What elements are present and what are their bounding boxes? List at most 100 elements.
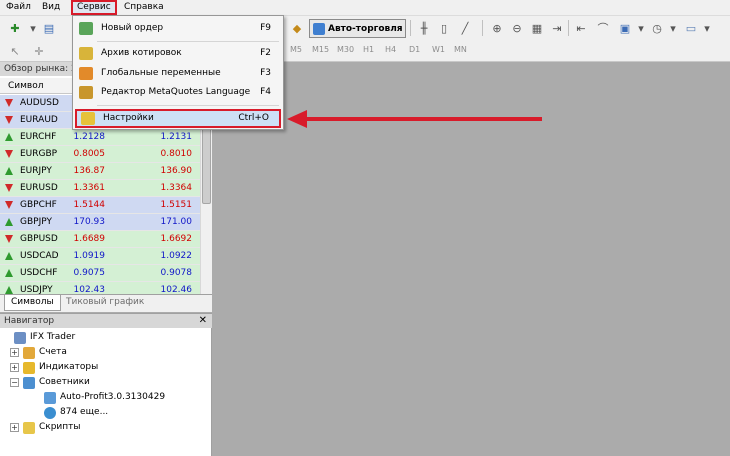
- menu-item-history-center[interactable]: Архив котировок F2: [75, 44, 281, 63]
- table-row[interactable]: EURGBP 0.8005 0.8010: [0, 146, 200, 163]
- menu-item-label: Новый ордер: [101, 23, 164, 33]
- menu-item-global-variables[interactable]: Глобальные переменные F3: [75, 64, 281, 83]
- menu-separator: [97, 41, 279, 42]
- arrow-up-icon: [5, 286, 13, 294]
- arrow-up-icon: [5, 269, 13, 277]
- bid-cell: 170.93: [73, 217, 106, 227]
- table-row[interactable]: GBPUSD 1.6689 1.6692: [0, 231, 200, 248]
- collapse-icon[interactable]: −: [10, 378, 19, 387]
- cursor-icon[interactable]: ↖: [6, 42, 24, 60]
- expand-icon[interactable]: +: [10, 348, 19, 357]
- nav-item-label: Индикаторы: [39, 362, 99, 372]
- timeframe-mn[interactable]: MN: [454, 45, 467, 54]
- new-order-icon: [79, 22, 93, 35]
- table-row[interactable]: GBPCHF 1.5144 1.5151: [0, 197, 200, 214]
- arrow-up-icon: [5, 133, 13, 141]
- toolbar-separator: [568, 20, 569, 36]
- autoscroll-icon[interactable]: ⇤: [572, 19, 590, 37]
- menu-service[interactable]: Сервис: [71, 0, 117, 15]
- bar-chart-icon[interactable]: ╫: [415, 19, 433, 37]
- nav-root[interactable]: IFX Trader: [14, 330, 75, 345]
- tab-tick-chart[interactable]: Тиковый график: [60, 295, 150, 311]
- ask-cell: 1.6692: [160, 234, 193, 244]
- nav-root-label: IFX Trader: [30, 332, 76, 342]
- symbol-cell: USDCAD: [20, 251, 59, 261]
- menu-help[interactable]: Справка: [120, 0, 168, 15]
- table-row[interactable]: EURCHF 1.2128 1.2131: [0, 129, 200, 146]
- candlestick-icon[interactable]: ▯: [435, 19, 453, 37]
- nav-item-experts[interactable]: − Советники: [10, 375, 90, 390]
- expand-icon[interactable]: +: [10, 363, 19, 372]
- symbol-cell: EURJPY: [20, 166, 52, 176]
- zoom-out-icon[interactable]: ⊖: [508, 19, 526, 37]
- arrow-down-icon: [5, 116, 13, 124]
- timeframe-d1[interactable]: D1: [409, 45, 420, 54]
- tile-windows-icon[interactable]: ▦: [528, 19, 546, 37]
- menu-item-shortcut: F3: [260, 68, 271, 78]
- table-row[interactable]: USDCAD 1.0919 1.0922: [0, 248, 200, 265]
- table-row[interactable]: GBPJPY 170.93 171.00: [0, 214, 200, 231]
- market-watch-tabs: Символы Тиковый график: [0, 294, 212, 312]
- globe-icon: [44, 406, 56, 419]
- toolbar-separator: [410, 20, 411, 36]
- table-row[interactable]: EURJPY 136.87 136.90: [0, 163, 200, 180]
- symbol-cell: GBPUSD: [20, 234, 58, 244]
- menu-item-settings[interactable]: Настройки Ctrl+O: [75, 109, 281, 128]
- indicators-icon[interactable]: ⌒: [594, 19, 612, 37]
- crosshair-icon[interactable]: ✛: [30, 42, 48, 60]
- nav-item-scripts[interactable]: + Скрипты: [10, 420, 81, 435]
- chevron-down-icon[interactable]: ▾: [664, 19, 682, 37]
- timeframe-h1[interactable]: H1: [363, 45, 374, 54]
- menu-separator: [97, 105, 279, 106]
- nav-item-expert[interactable]: Auto-Profit3.0.3130429: [44, 390, 165, 405]
- timeframe-w1[interactable]: W1: [432, 45, 445, 54]
- nav-item-more-experts[interactable]: 874 еще...: [44, 405, 108, 420]
- profiles-icon[interactable]: ▤: [40, 19, 58, 37]
- terminal-icon: [14, 331, 26, 344]
- ask-cell: 136.90: [160, 166, 193, 176]
- timeframe-m5[interactable]: M5: [290, 45, 302, 54]
- ask-cell: 1.0922: [160, 251, 193, 261]
- timeframe-m30[interactable]: M30: [337, 45, 354, 54]
- nav-item-indicators[interactable]: + Индикаторы: [10, 360, 98, 375]
- timeframe-h4[interactable]: H4: [385, 45, 396, 54]
- chevron-down-icon[interactable]: ▾: [698, 19, 716, 37]
- menu-item-metaquotes-editor[interactable]: Редактор MetaQuotes Language F4: [75, 83, 281, 102]
- symbol-cell: AUDUSD: [20, 98, 59, 108]
- menu-item-shortcut: F4: [260, 87, 271, 97]
- tab-symbols[interactable]: Символы: [4, 295, 61, 311]
- experts-icon: [23, 376, 35, 389]
- symbol-cell: EURUSD: [20, 183, 58, 193]
- menu-item-shortcut: F9: [260, 23, 271, 33]
- ask-cell: 1.3364: [160, 183, 193, 193]
- timeframe-m15[interactable]: M15: [312, 45, 329, 54]
- nav-item-label: Auto-Profit3.0.3130429: [60, 392, 166, 402]
- ask-cell: 0.8010: [160, 149, 193, 159]
- bid-cell: 1.0919: [73, 251, 106, 261]
- settings-icon: [81, 112, 95, 125]
- menu-item-new-order[interactable]: Новый ордер F9: [75, 19, 281, 38]
- arrow-up-icon: [5, 218, 13, 226]
- arrow-up-icon: [5, 252, 13, 260]
- symbol-cell: USDCHF: [20, 268, 58, 278]
- menu-item-label: Настройки: [103, 113, 154, 123]
- table-row[interactable]: USDCHF 0.9075 0.9078: [0, 265, 200, 282]
- expand-icon[interactable]: +: [10, 423, 19, 432]
- menu-view[interactable]: Вид: [38, 0, 64, 15]
- zoom-in-icon[interactable]: ⊕: [488, 19, 506, 37]
- auto-trading-button[interactable]: Авто-торговля: [309, 19, 406, 38]
- nav-item-accounts[interactable]: + Счета: [10, 345, 67, 360]
- arrow-down-icon: [5, 235, 13, 243]
- menu-file[interactable]: Файл: [2, 0, 35, 15]
- metaeditor-icon[interactable]: ◆: [288, 19, 306, 37]
- auto-trading-label: Авто-торговля: [328, 23, 403, 34]
- scripts-icon: [23, 421, 35, 434]
- chart-shift-icon[interactable]: ⇥: [548, 19, 566, 37]
- new-chart-icon[interactable]: ✚: [6, 19, 24, 37]
- table-row[interactable]: EURUSD 1.3361 1.3364: [0, 180, 200, 197]
- symbol-cell: EURCHF: [20, 132, 57, 142]
- close-icon[interactable]: ✕: [199, 314, 207, 328]
- ask-cell: 171.00: [160, 217, 193, 227]
- line-chart-icon[interactable]: ╱: [456, 19, 474, 37]
- menu-item-label: Глобальные переменные: [101, 68, 221, 78]
